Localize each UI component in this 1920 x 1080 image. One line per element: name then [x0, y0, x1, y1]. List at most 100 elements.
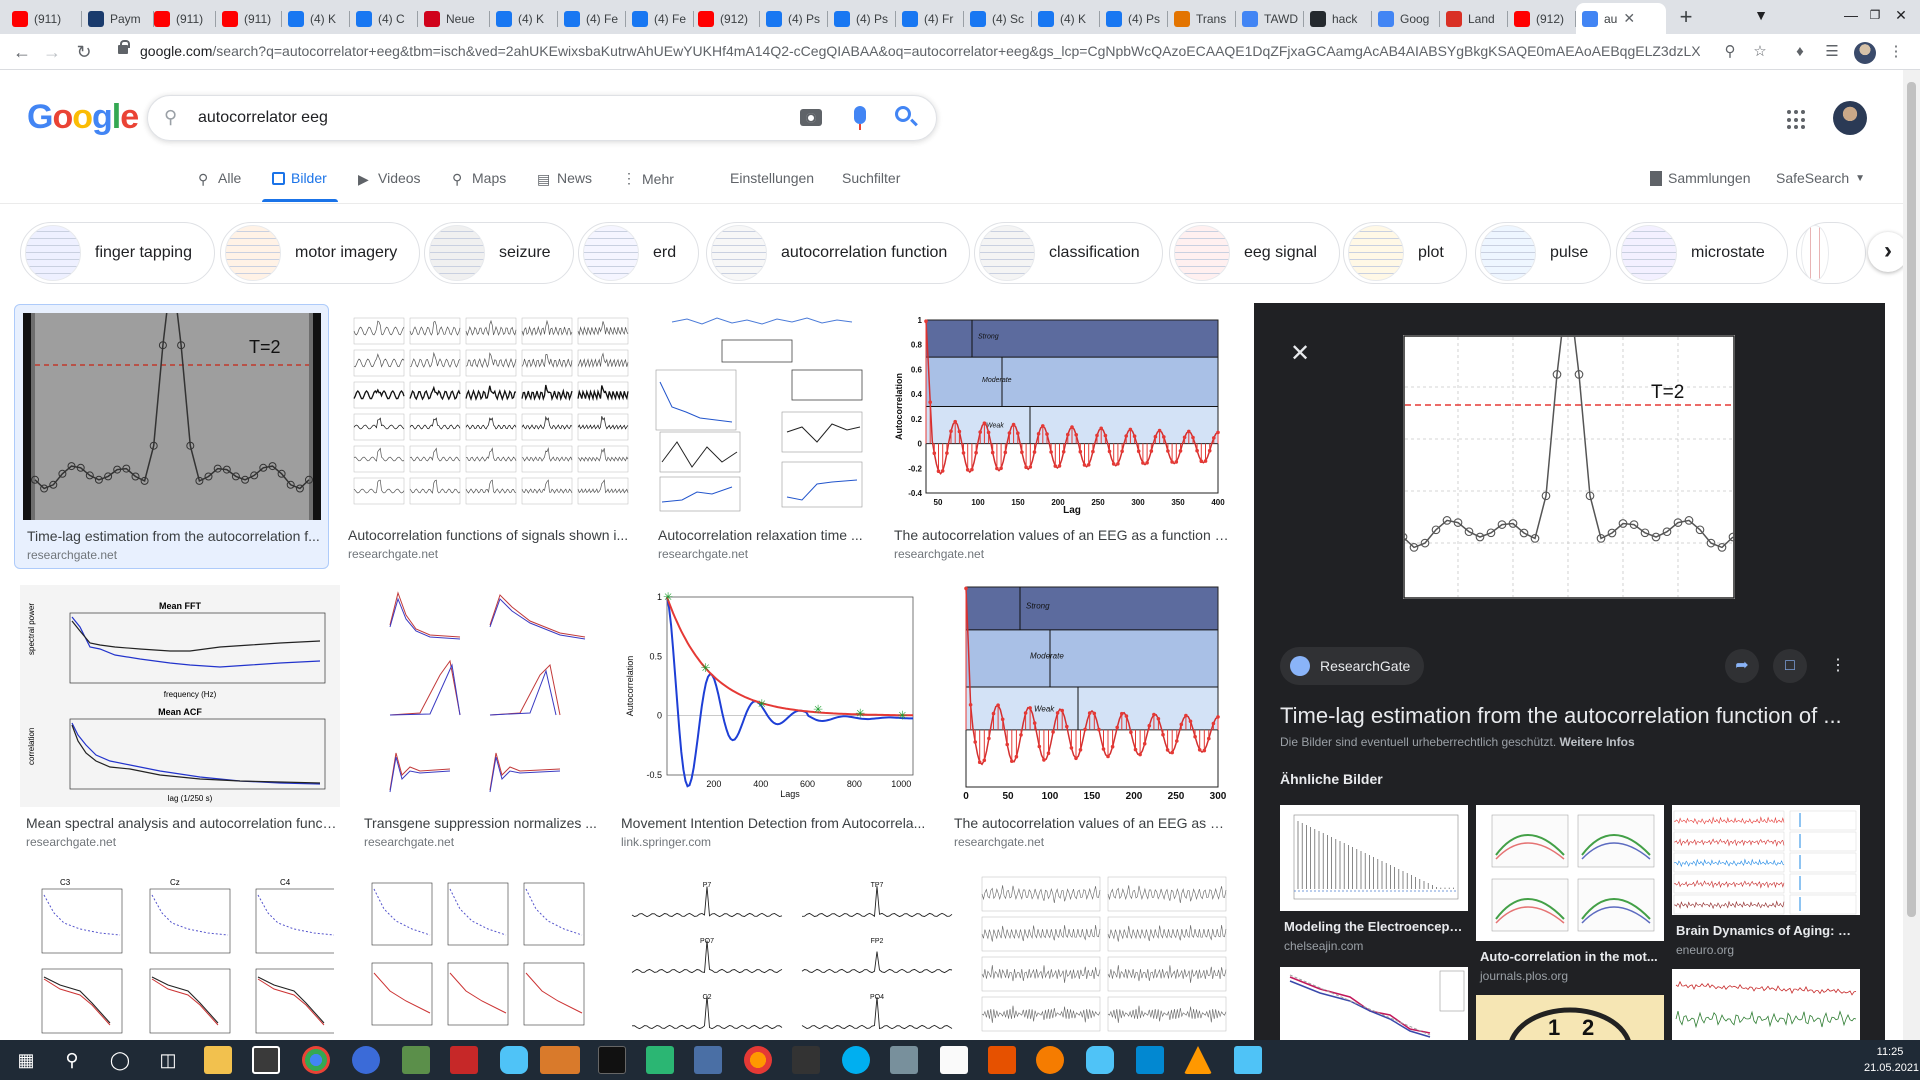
address-bar[interactable]: google.com/search?q=autocorrelator+eeg&t… [140, 43, 1700, 59]
3d-viewer-icon[interactable] [890, 1046, 918, 1074]
close-icon[interactable]: ✕ [1290, 339, 1310, 368]
result-source[interactable]: researchgate.net [658, 547, 748, 561]
close-tab-icon[interactable]: ✕ [1623, 10, 1635, 27]
tab-more[interactable]: ⋮ Mehr [622, 170, 674, 187]
similar-image[interactable] [1672, 969, 1860, 1040]
similar-image[interactable] [1280, 967, 1468, 1040]
result-thumbnail[interactable]: P7 TP7 PO7 FP2 C2 PO4 [616, 873, 956, 1040]
collections-link[interactable]: Sammlungen [1650, 170, 1751, 186]
media-icon[interactable] [1136, 1046, 1164, 1074]
result-thumbnail[interactable]: T=2 [23, 313, 321, 520]
result-title[interactable]: The autocorrelation values of an EEG as … [954, 815, 1230, 831]
similar-thumbnail[interactable] [1476, 805, 1664, 941]
browser-tab[interactable]: Trans [1168, 3, 1236, 34]
ableton-live-icon[interactable] [598, 1046, 626, 1074]
more-info-link[interactable]: Weitere Infos [1560, 735, 1635, 749]
google-logo[interactable]: Google [27, 98, 139, 137]
related-search-chip[interactable]: microstate [1616, 222, 1788, 284]
result-thumbnail[interactable]: C3 Cz C4 [20, 873, 334, 1040]
browser-tab[interactable]: Goog [1372, 3, 1440, 34]
bookmark-star-icon[interactable]: ☆ [1748, 40, 1772, 64]
image-result[interactable]: Autocorrelation relaxation time ... rese… [652, 312, 870, 562]
result-thumbnail[interactable]: Strong Moderate Weak 0 50 100 150 200 250 300 [950, 585, 1232, 807]
similar-thumbnail[interactable] [1672, 805, 1860, 915]
tab-all[interactable]: ⚲ Alle [198, 170, 241, 187]
result-title[interactable]: The autocorrelation values of an EEG as … [894, 527, 1230, 543]
related-search-chip[interactable] [1796, 222, 1866, 284]
result-source[interactable]: link.springer.com [621, 835, 711, 849]
skype-icon[interactable] [842, 1046, 870, 1074]
result-thumbnail[interactable] [348, 312, 632, 515]
search-submit-icon[interactable] [895, 106, 911, 122]
app-icon[interactable] [402, 1046, 430, 1074]
browser-tab[interactable]: Land [1440, 3, 1508, 34]
chevron-right-icon[interactable]: › [1868, 232, 1908, 272]
back-button[interactable]: ← [8, 38, 36, 66]
browser-tab[interactable]: (4) Fe [558, 3, 626, 34]
microphone-icon[interactable] [854, 106, 866, 130]
lock-icon[interactable] [118, 40, 130, 54]
notepad-icon[interactable] [940, 1046, 968, 1074]
reload-button[interactable]: ↻ [70, 38, 98, 66]
result-title[interactable]: Autocorrelation functions of signals sho… [348, 527, 632, 543]
browser-tab[interactable]: (912) [692, 3, 760, 34]
similar-thumbnail[interactable] [1672, 969, 1860, 1040]
browser-tab[interactable]: Neue [418, 3, 490, 34]
image-result[interactable]: Strong Moderate Weak 50 100 150 200 250 300 350 40… [890, 312, 1232, 562]
windows-start-icon[interactable]: ▦ [12, 1046, 40, 1074]
similar-thumbnail[interactable]: 1 2 [1476, 995, 1664, 1040]
store-icon[interactable] [252, 1046, 280, 1074]
browser-tab[interactable]: (4) K [282, 3, 350, 34]
obs-icon[interactable] [540, 1046, 580, 1074]
similar-thumbnail[interactable] [1280, 805, 1468, 911]
thunderbird-icon[interactable] [352, 1046, 380, 1074]
tools-link[interactable]: Suchfilter [842, 170, 900, 186]
result-title[interactable]: Transgene suppression normalizes ... [364, 815, 598, 831]
result-source[interactable]: researchgate.net [27, 548, 117, 562]
account-avatar[interactable] [1833, 101, 1867, 135]
image-result[interactable]: Transgene suppression normalizes ... res… [360, 585, 600, 850]
browser-tab[interactable]: (4) Fe [626, 3, 694, 34]
result-thumbnail[interactable] [360, 585, 600, 807]
result-thumbnail[interactable]: Strong Moderate Weak 50 100 150 200 250 300 350 40… [890, 312, 1232, 515]
image-result[interactable]: Strong Moderate Weak 0 50 100 150 200 250 300 The… [950, 585, 1232, 850]
scrollbar-thumb[interactable] [1907, 82, 1916, 917]
close-window-button[interactable]: ✕ [1878, 0, 1920, 30]
similar-image[interactable]: Modeling the Electroenceph... chelseajin… [1280, 805, 1468, 955]
result-thumbnail[interactable]: Mean FFT spectral power frequency (Hz) M… [20, 585, 340, 807]
browser-menu-icon[interactable]: ⋮ [1884, 40, 1908, 64]
result-title[interactable]: Movement Intention Detection from Autoco… [621, 815, 927, 831]
chat-icon[interactable] [500, 1046, 528, 1074]
more-options-icon[interactable]: ⋮ [1821, 649, 1855, 683]
preview-title[interactable]: Time-lag estimation from the autocorrela… [1280, 703, 1870, 729]
image-result[interactable]: Autocorrelation functions of signals sho… [348, 312, 632, 562]
result-title[interactable]: Time-lag estimation from the autocorrela… [27, 528, 323, 544]
related-search-chip[interactable]: eeg signal [1169, 222, 1340, 284]
image-result[interactable]: C3 Cz C4 [20, 873, 334, 1040]
result-thumbnail[interactable] [356, 873, 594, 1040]
zoom-icon[interactable]: ⚲ [1718, 40, 1742, 64]
pen-tool-icon[interactable] [792, 1046, 820, 1074]
browser-tab[interactable]: (911) [148, 3, 216, 34]
browser-tab[interactable]: hack [1304, 3, 1372, 34]
browser-tab[interactable]: TAWD [1236, 3, 1304, 34]
related-search-chip[interactable]: pulse [1475, 222, 1612, 284]
browser-profile-avatar[interactable] [1854, 42, 1876, 64]
file-explorer-icon[interactable] [204, 1046, 232, 1074]
browser-tab[interactable]: (4) Ps [828, 3, 896, 34]
chat-icon[interactable] [1086, 1046, 1114, 1074]
related-search-chip[interactable]: autocorrelation function [706, 222, 971, 284]
result-source[interactable]: researchgate.net [348, 547, 438, 561]
browser-tab[interactable]: (4) C [350, 3, 418, 34]
voicemeeter-icon[interactable] [450, 1046, 478, 1074]
office-icon[interactable] [988, 1046, 1016, 1074]
result-title[interactable]: Autocorrelation relaxation time ... [658, 527, 868, 543]
tab-videos[interactable]: ▶ Videos [358, 170, 421, 187]
browser-tab[interactable]: (4) Sc [964, 3, 1032, 34]
similar-source[interactable]: journals.plos.org [1480, 969, 1568, 983]
vlc-icon[interactable] [1184, 1046, 1212, 1074]
reading-list-icon[interactable]: ☰ [1820, 40, 1844, 64]
related-search-chip[interactable]: finger tapping [20, 222, 215, 284]
related-search-chip[interactable]: seizure [424, 222, 574, 284]
image-result[interactable]: P7 TP7 PO7 FP2 C2 PO4 [616, 873, 956, 1040]
